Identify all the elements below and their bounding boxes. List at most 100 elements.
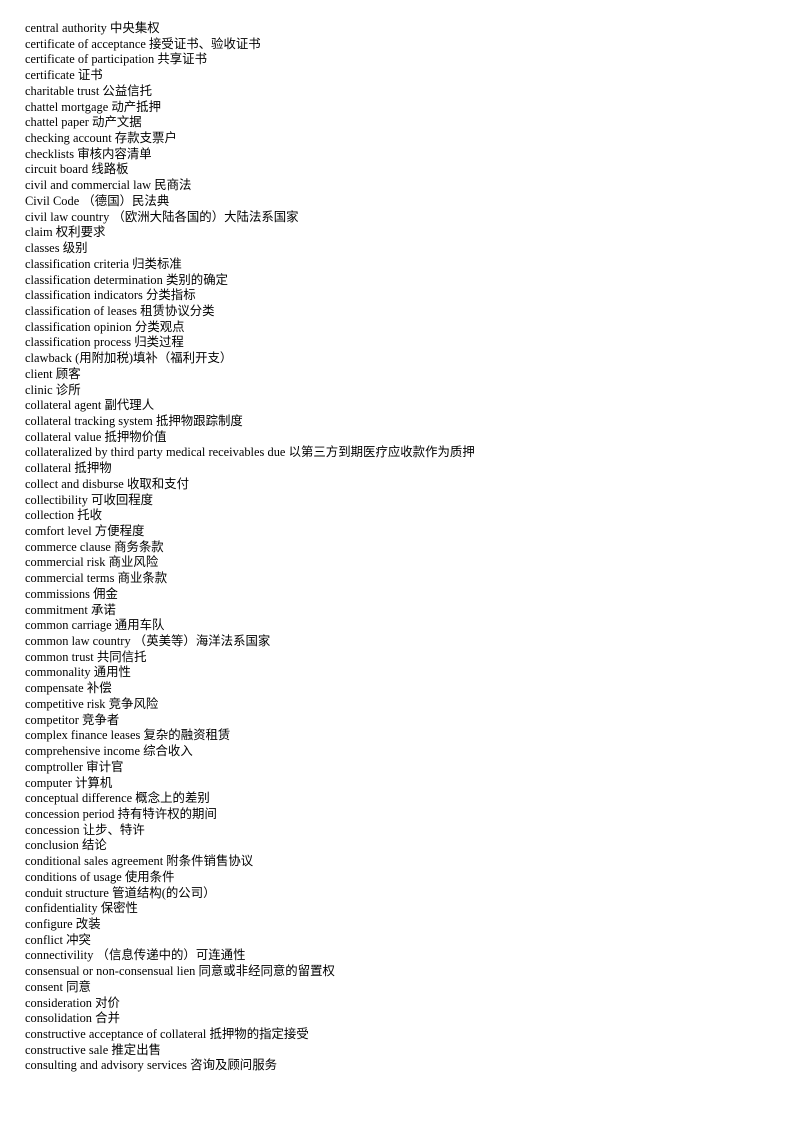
glossary-entry: concession 让步、特许 <box>25 823 794 839</box>
entry-translation-zh: 动产文据 <box>92 115 142 130</box>
entry-translation-zh: （德国）民法典 <box>82 193 170 208</box>
entry-translation-zh: 管道结构(的公司） <box>112 885 216 900</box>
entry-term-en: claim <box>25 225 53 240</box>
entry-translation-zh: 中央集权 <box>110 21 160 35</box>
glossary-entry: conditions of usage 使用条件 <box>25 870 794 886</box>
entry-term-en: clinic <box>25 382 53 397</box>
entry-translation-zh: 咨询及顾问服务 <box>190 1058 278 1073</box>
entry-translation-zh: （英美等）海洋法系国家 <box>133 634 271 649</box>
glossary-entry: conflict 冲突 <box>25 933 794 949</box>
entry-translation-zh: 方便程度 <box>94 524 145 538</box>
glossary-entry: common law country （英美等）海洋法系国家 <box>25 634 794 650</box>
entry-translation-zh: 可收回程度 <box>91 492 154 507</box>
glossary-entry: collateral tracking system 抵押物跟踪制度 <box>25 414 794 430</box>
entry-term-en: charitable trust <box>25 83 100 98</box>
entry-translation-zh: 竞争者 <box>82 712 120 727</box>
entry-term-en: civil law country <box>25 209 110 224</box>
entry-term-en: collateral <box>25 461 72 476</box>
entry-term-en: consent <box>25 979 63 994</box>
entry-term-en: certificate <box>25 68 75 83</box>
glossary-entry: complex finance leases 复杂的融资租赁 <box>25 728 794 744</box>
glossary-entry: commerce clause 商务条款 <box>25 540 794 556</box>
entry-term-en: collateralized by third party medical re… <box>25 445 286 460</box>
entry-term-en: conditional sales agreement <box>25 854 164 869</box>
glossary-entry: common trust 共同信托 <box>25 650 794 666</box>
glossary-entry: consulting and advisory services 咨询及顾问服务 <box>25 1058 794 1074</box>
entry-translation-zh: （信息传递中的）可连通性 <box>96 948 246 963</box>
entry-term-en: consensual or non-consensual lien <box>25 964 196 979</box>
glossary-entry: charitable trust 公益信托 <box>25 84 794 100</box>
glossary-entry: conclusion 结论 <box>25 838 794 854</box>
entry-term-en: common trust <box>25 649 94 664</box>
glossary-entry: commercial terms 商业条款 <box>25 571 794 587</box>
entry-term-en: conditions of usage <box>25 869 122 884</box>
entry-translation-zh: 商业风险 <box>108 555 159 570</box>
entry-term-en: commerce clause <box>25 539 111 554</box>
entry-term-en: Civil Code <box>25 193 80 208</box>
glossary-entry: claim 权利要求 <box>25 225 794 241</box>
entry-term-en: connectivility <box>25 948 94 963</box>
glossary-entry: circuit board 线路板 <box>25 162 794 178</box>
entry-translation-zh: 冲突 <box>66 932 91 947</box>
entry-translation-zh: 商业条款 <box>117 571 168 586</box>
entry-term-en: conceptual difference <box>25 791 133 806</box>
glossary-entry: client 顾客 <box>25 367 794 383</box>
entry-translation-zh: 抵押物价值 <box>104 429 167 444</box>
entry-term-en: competitive risk <box>25 696 106 711</box>
entry-translation-zh: 级别 <box>62 241 88 256</box>
glossary-entry-list: central authority 中央集权 certificate of acc… <box>25 21 794 1074</box>
entry-term-en: consolidation <box>25 1011 93 1026</box>
entry-term-en: classification criteria <box>25 256 130 271</box>
glossary-entry: consolidation 合并 <box>25 1011 794 1027</box>
entry-term-en: commonality <box>25 665 91 680</box>
entry-translation-zh: 同意或非经同意的留置权 <box>198 964 335 979</box>
entry-translation-zh: 证书 <box>77 68 103 83</box>
glossary-entry: certificate of acceptance 接受证书、验收证书 <box>25 37 794 53</box>
entry-translation-zh: 持有特许权的期间 <box>117 806 217 821</box>
entry-term-en: certificate of acceptance <box>25 36 146 51</box>
glossary-entry: Civil Code （德国）民法典 <box>25 194 794 210</box>
entry-term-en: conflict <box>25 932 64 947</box>
glossary-entry: consent 同意 <box>25 980 794 996</box>
glossary-entry: checklists 审核内容清单 <box>25 147 794 163</box>
glossary-entry: classification determination 类别的确定 <box>25 273 794 289</box>
entry-term-en: chattel mortgage <box>25 99 109 114</box>
glossary-entry: collateral 抵押物 <box>25 461 794 477</box>
entry-translation-zh: 分类观点 <box>134 319 185 334</box>
glossary-entry: configure 改装 <box>25 917 794 933</box>
entry-translation-zh: 共同信托 <box>96 649 147 664</box>
entry-translation-zh: 对价 <box>95 995 120 1010</box>
entry-translation-zh: 推定出售 <box>111 1042 162 1057</box>
entry-translation-zh: 诊所 <box>55 382 81 397</box>
entry-translation-zh: 收取和支付 <box>126 476 189 491</box>
entry-translation-zh: 佣金 <box>93 586 118 601</box>
glossary-entry: clawback (用附加税)填补（福利开支） <box>25 351 794 367</box>
glossary-entry: conditional sales agreement 附条件销售协议 <box>25 854 794 870</box>
entry-translation-zh: 共享证书 <box>157 52 207 67</box>
entry-term-en: certificate of participation <box>25 52 155 67</box>
entry-term-en: computer <box>25 775 72 790</box>
glossary-entry: connectivility （信息传递中的）可连通性 <box>25 948 794 964</box>
glossary-entry: classification opinion 分类观点 <box>25 320 794 336</box>
entry-term-en: collateral value <box>25 429 102 444</box>
entry-translation-zh: 通用车队 <box>114 618 165 633</box>
glossary-entry: commitment 承诺 <box>25 603 794 619</box>
entry-translation-zh: 租赁协议分类 <box>140 303 215 318</box>
entry-translation-zh: 动产抵押 <box>111 99 162 114</box>
entry-term-en: configure <box>25 916 73 931</box>
entry-translation-zh: 保密性 <box>100 901 138 916</box>
glossary-entry: conduit structure 管道结构(的公司） <box>25 886 794 902</box>
glossary-entry: concession period 持有特许权的期间 <box>25 807 794 823</box>
entry-term-en: comprehensive income <box>25 744 140 759</box>
glossary-entry: commonality 通用性 <box>25 665 794 681</box>
entry-translation-zh: 计算机 <box>75 775 113 790</box>
entry-translation-zh: 托收 <box>77 508 103 523</box>
glossary-entry: comfort level 方便程度 <box>25 524 794 540</box>
glossary-entry: classification criteria 归类标准 <box>25 257 794 273</box>
entry-translation-zh: 补偿 <box>86 681 112 696</box>
entry-term-en: constructive sale <box>25 1042 109 1057</box>
glossary-entry: classification process 归类过程 <box>25 335 794 351</box>
glossary-entry: chattel mortgage 动产抵押 <box>25 100 794 116</box>
entry-term-en: common law country <box>25 634 131 649</box>
entry-translation-zh: 合并 <box>95 1011 120 1026</box>
